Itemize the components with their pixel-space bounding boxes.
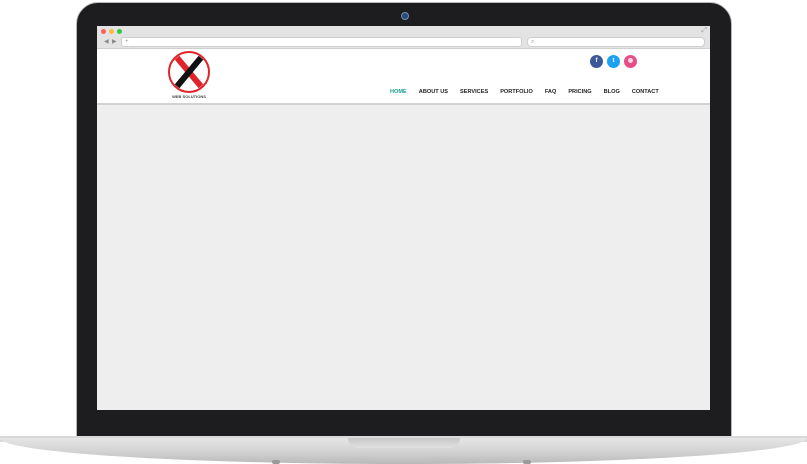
nav-home[interactable]: HOME xyxy=(390,89,407,95)
laptop-screen: ⤢ ◀ ▶ + ⌕ WEB SOLUTIONS f t ◍ HOME ABOUT… xyxy=(97,26,710,410)
nav-contact[interactable]: CONTACT xyxy=(632,89,659,95)
svg-text:WEB SOLUTIONS: WEB SOLUTIONS xyxy=(172,94,206,99)
nav-faq[interactable]: FAQ xyxy=(545,89,557,95)
minimize-window-button[interactable] xyxy=(109,29,114,34)
add-tab-icon: + xyxy=(125,39,129,45)
forward-arrow-icon[interactable]: ▶ xyxy=(112,38,117,45)
search-input[interactable]: ⌕ xyxy=(527,37,705,47)
facebook-icon[interactable]: f xyxy=(590,55,603,68)
nav-services[interactable]: SERVICES xyxy=(460,89,488,95)
search-icon: ⌕ xyxy=(531,39,535,45)
address-bar[interactable]: + xyxy=(121,37,522,47)
x-logo-icon: WEB SOLUTIONS xyxy=(168,51,210,99)
nav-about-us[interactable]: ABOUT US xyxy=(419,89,448,95)
dribbble-icon[interactable]: ◍ xyxy=(624,55,637,68)
browser-chrome: ⤢ ◀ ▶ + ⌕ xyxy=(97,26,710,49)
site-logo[interactable]: WEB SOLUTIONS xyxy=(167,50,211,100)
close-window-button[interactable] xyxy=(101,29,106,34)
nav-blog[interactable]: BLOG xyxy=(604,89,620,95)
laptop-foot-left xyxy=(272,460,280,464)
nav-pricing[interactable]: PRICING xyxy=(568,89,591,95)
nav-portfolio[interactable]: PORTFOLIO xyxy=(500,89,533,95)
maximize-window-button[interactable] xyxy=(117,29,122,34)
fullscreen-icon[interactable]: ⤢ xyxy=(701,27,707,35)
main-nav: HOME ABOUT US SERVICES PORTFOLIO FAQ PRI… xyxy=(390,89,671,95)
back-arrow-icon[interactable]: ◀ xyxy=(104,38,109,45)
site-header: WEB SOLUTIONS f t ◍ HOME ABOUT US SERVIC… xyxy=(97,49,710,105)
page-content-area xyxy=(97,105,710,410)
laptop-opening-notch xyxy=(348,438,460,448)
camera-icon xyxy=(401,12,409,20)
twitter-icon[interactable]: t xyxy=(607,55,620,68)
laptop-foot-right xyxy=(523,460,531,464)
